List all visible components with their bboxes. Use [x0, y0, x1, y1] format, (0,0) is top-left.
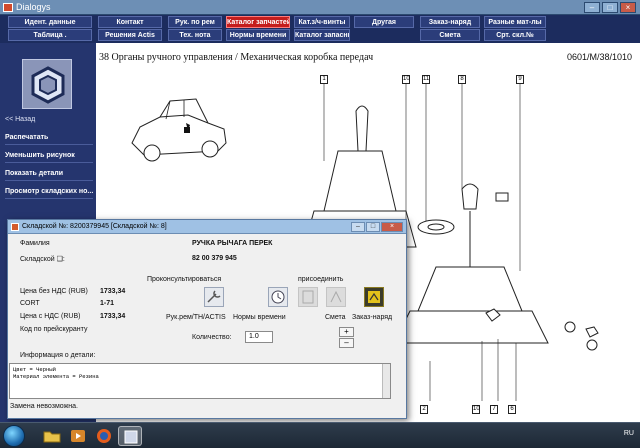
wrench-icon [207, 290, 221, 303]
window-titlebar: Dialogys – □ × [0, 0, 640, 15]
family-label: Фамилия [20, 240, 50, 247]
price-no-vat: 1733,34 [100, 288, 126, 295]
clock-icon [271, 290, 285, 304]
menu-misc[interactable]: Разные мат-лы [484, 16, 546, 28]
minimize-button[interactable]: – [584, 2, 600, 13]
menu-actis[interactable]: Решения Actis [98, 29, 162, 41]
menu-ident[interactable]: Идент. данные [8, 16, 92, 28]
browser-icon [97, 429, 111, 443]
menu-tech-note[interactable]: Тех. нота [168, 29, 222, 41]
language-indicator[interactable]: RU [624, 430, 634, 437]
info-line-material: Материал элемента = Резина [13, 373, 99, 380]
taskbar-dialogys[interactable] [118, 426, 142, 446]
menu-repair-manual[interactable]: Рук. по рем [168, 16, 222, 28]
maximize-button[interactable]: □ [602, 2, 618, 13]
info-line-color: Цвет = Черный [13, 366, 56, 373]
callout-top-1[interactable]: 1 [320, 75, 328, 84]
page-title: 38 Органы ручного управления / Механичес… [99, 52, 374, 63]
price-vat: 1733,34 [100, 313, 126, 320]
price-no-vat-label: Цена без НДС (RUB) [20, 288, 88, 295]
sidebar-item-zoom-out[interactable]: Уменьшить рисунок [5, 149, 93, 163]
drawing-reference: 0601/M/38/1010 [566, 52, 632, 62]
menu-contact[interactable]: Контакт [98, 16, 162, 28]
callout-top-4[interactable]: 8 [458, 75, 466, 84]
estimate-button[interactable] [298, 287, 318, 307]
menu-table[interactable]: Таблица . [8, 29, 92, 41]
callout-bottom-4[interactable]: 6 [508, 405, 516, 414]
work-order-button[interactable] [364, 287, 384, 307]
document-icon [330, 290, 342, 303]
dialog-close-button[interactable]: × [381, 222, 403, 232]
stock-number-label: Складской ❑: [20, 256, 65, 263]
part-name: РУЧКА РЫЧАГА ПЕРЕК [192, 240, 273, 247]
dialog-titlebar: Складской №: 8200379945 [Складской №: 8]… [8, 220, 406, 234]
menu-screws-catalog[interactable]: Кат.з/ч-винты [294, 16, 350, 28]
sidebar-item-print[interactable]: Распечатать [5, 131, 93, 145]
cort-value: 1-71 [100, 300, 115, 307]
dialog-minimize-button[interactable]: – [351, 222, 365, 232]
dialog-maximize-button[interactable]: □ [366, 222, 380, 232]
taskbar-media[interactable] [66, 426, 90, 446]
start-button[interactable] [3, 425, 25, 447]
info-scrollbar[interactable] [382, 364, 390, 398]
menu-work-order[interactable]: Заказ-наряд [420, 16, 480, 28]
menu-stock-no[interactable]: Срт. скл.№ [484, 29, 546, 41]
callout-bottom-1[interactable]: 2 [420, 405, 428, 414]
attach-label: присоединить [298, 276, 344, 283]
part-info-label: Информация о детали: [20, 352, 96, 359]
time-norms-button[interactable] [268, 287, 288, 307]
menu-spare-catalog[interactable]: Каталог запасны... [294, 29, 350, 41]
dialogys-icon [124, 430, 138, 444]
folder-icon [43, 431, 61, 443]
action-work-order-label: Заказ-наряд [352, 314, 393, 321]
quantity-label: Количество: [192, 334, 232, 341]
callout-top-3[interactable]: 11 [422, 75, 430, 84]
repair-manual-button[interactable] [204, 287, 224, 307]
quantity-decrease-button[interactable]: – [339, 338, 354, 348]
action-time-norms-label: Нормы времени [233, 314, 286, 321]
menu-parts-catalog[interactable]: Каталог запчастей [226, 16, 290, 28]
part-number: 82 00 379 945 [192, 255, 237, 262]
brand-logo [22, 59, 72, 109]
car-illustration [131, 98, 227, 162]
action-estimate-label: Смета [325, 314, 346, 321]
price-vat-label: Цена с НДС (RUB) [20, 313, 81, 320]
quantity-increase-button[interactable]: + [339, 327, 354, 337]
menu-time-norms[interactable]: Нормы времени [226, 29, 290, 41]
app-icon [3, 3, 13, 12]
back-link[interactable]: << Назад [5, 113, 93, 127]
part-info-textarea[interactable]: Цвет = Черный Материал элемента = Резина [9, 363, 391, 399]
consult-label: Проконсультироваться [147, 276, 222, 283]
quantity-input[interactable]: 1.0 [245, 331, 273, 343]
price-list-code-label: Код по прейскуранту [20, 326, 88, 333]
dialog-icon [11, 223, 19, 231]
media-icon [71, 430, 85, 442]
menu-estimate[interactable]: Смета [420, 29, 480, 41]
estimate-icon [302, 290, 314, 304]
taskbar-firefox[interactable] [92, 426, 116, 446]
callout-bottom-2[interactable]: 10 [472, 405, 480, 414]
dialog-controls: – □ × [351, 222, 403, 232]
action-repair-manual-label: Рук.рем/TH/ACTIS [166, 314, 226, 321]
sidebar-item-show-parts[interactable]: Показать детали [5, 167, 93, 181]
close-button[interactable]: × [620, 2, 636, 13]
window-title: Dialogys [16, 2, 51, 12]
cort-label: CORT [20, 300, 40, 307]
callout-bottom-3[interactable]: 7 [490, 405, 498, 414]
taskbar-explorer[interactable] [40, 426, 64, 446]
main-menu: Идент. данные Контакт Рук. по рем Катало… [0, 15, 640, 43]
callout-top-5[interactable]: 9 [516, 75, 524, 84]
work-order-icon [368, 291, 380, 303]
callout-top-2[interactable]: 10 [402, 75, 410, 84]
sidebar-item-stock-view[interactable]: Просмотр складских но... [5, 185, 93, 199]
replacement-status: Замена невозможна. [10, 403, 78, 410]
estimate-alt-button[interactable] [326, 287, 346, 307]
taskbar: RU [0, 422, 640, 448]
menu-other[interactable]: Другая [354, 16, 414, 28]
dialog-title: Складской №: 8200379945 [Складской №: 8] [22, 223, 167, 230]
window-controls: – □ × [584, 2, 636, 13]
